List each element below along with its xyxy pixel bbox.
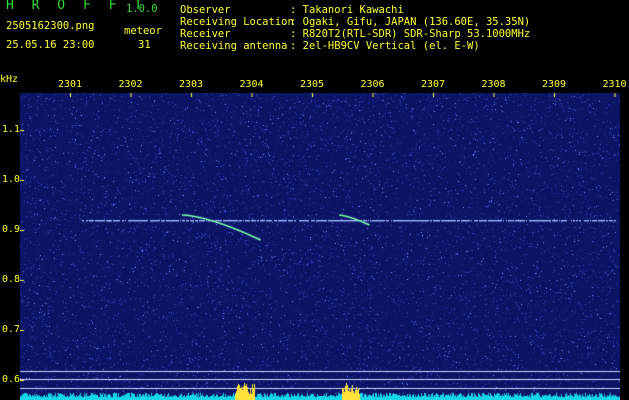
- x-tick-label: 2305: [299, 79, 325, 90]
- y-tick-label: 0.9: [2, 224, 21, 235]
- x-tick-label: 2301: [57, 79, 83, 90]
- info-value-observer: : Takanori Kawachi: [290, 4, 404, 16]
- info-label-observer: Observer: [180, 4, 231, 16]
- x-tick-label: 2309: [541, 79, 567, 90]
- mode-label: meteor: [124, 25, 162, 37]
- info-label-location: Receiving Location: [180, 16, 294, 28]
- spectrogram-plot: [20, 93, 620, 400]
- spectrogram-screen: { "header": { "app_name": "H R O F F T",…: [0, 0, 629, 400]
- spectrogram-canvas: [20, 93, 620, 400]
- x-tick-label: 2304: [239, 79, 264, 90]
- y-tick-label: 0.6: [2, 374, 21, 385]
- x-tick-label: 2306: [360, 79, 385, 90]
- y-tick-label: 0.8: [2, 274, 21, 285]
- x-tick-label: 2310: [602, 79, 627, 90]
- x-tick-label: 2307: [420, 79, 446, 90]
- meteor-count: 31: [138, 39, 151, 51]
- info-value-antenna: : 2el-HB9CV Vertical (el. E-W): [290, 40, 480, 52]
- timestamp: 25.05.16 23:00: [6, 39, 95, 51]
- info-label-receiver: Receiver: [180, 28, 231, 40]
- y-tick-label: 0.7: [2, 324, 21, 335]
- y-tick-label: 1.0: [2, 174, 21, 185]
- info-label-antenna: Receiving antenna: [180, 40, 288, 52]
- x-tick-label: 2303: [178, 79, 204, 90]
- file-name: 2505162300.png: [6, 20, 95, 32]
- info-value-receiver: : R820T2(RTL-SDR) SDR-Sharp 53.1000MHz: [290, 28, 531, 40]
- y-axis-unit: kHz: [0, 74, 19, 85]
- y-tick-label: 1.1: [2, 124, 21, 135]
- x-tick-label: 2302: [118, 79, 143, 90]
- info-value-location: : Ogaki, Gifu, JAPAN (136.60E, 35.35N): [290, 16, 531, 28]
- app-version: 1.0.0: [126, 3, 158, 15]
- x-tick-label: 2308: [481, 79, 506, 90]
